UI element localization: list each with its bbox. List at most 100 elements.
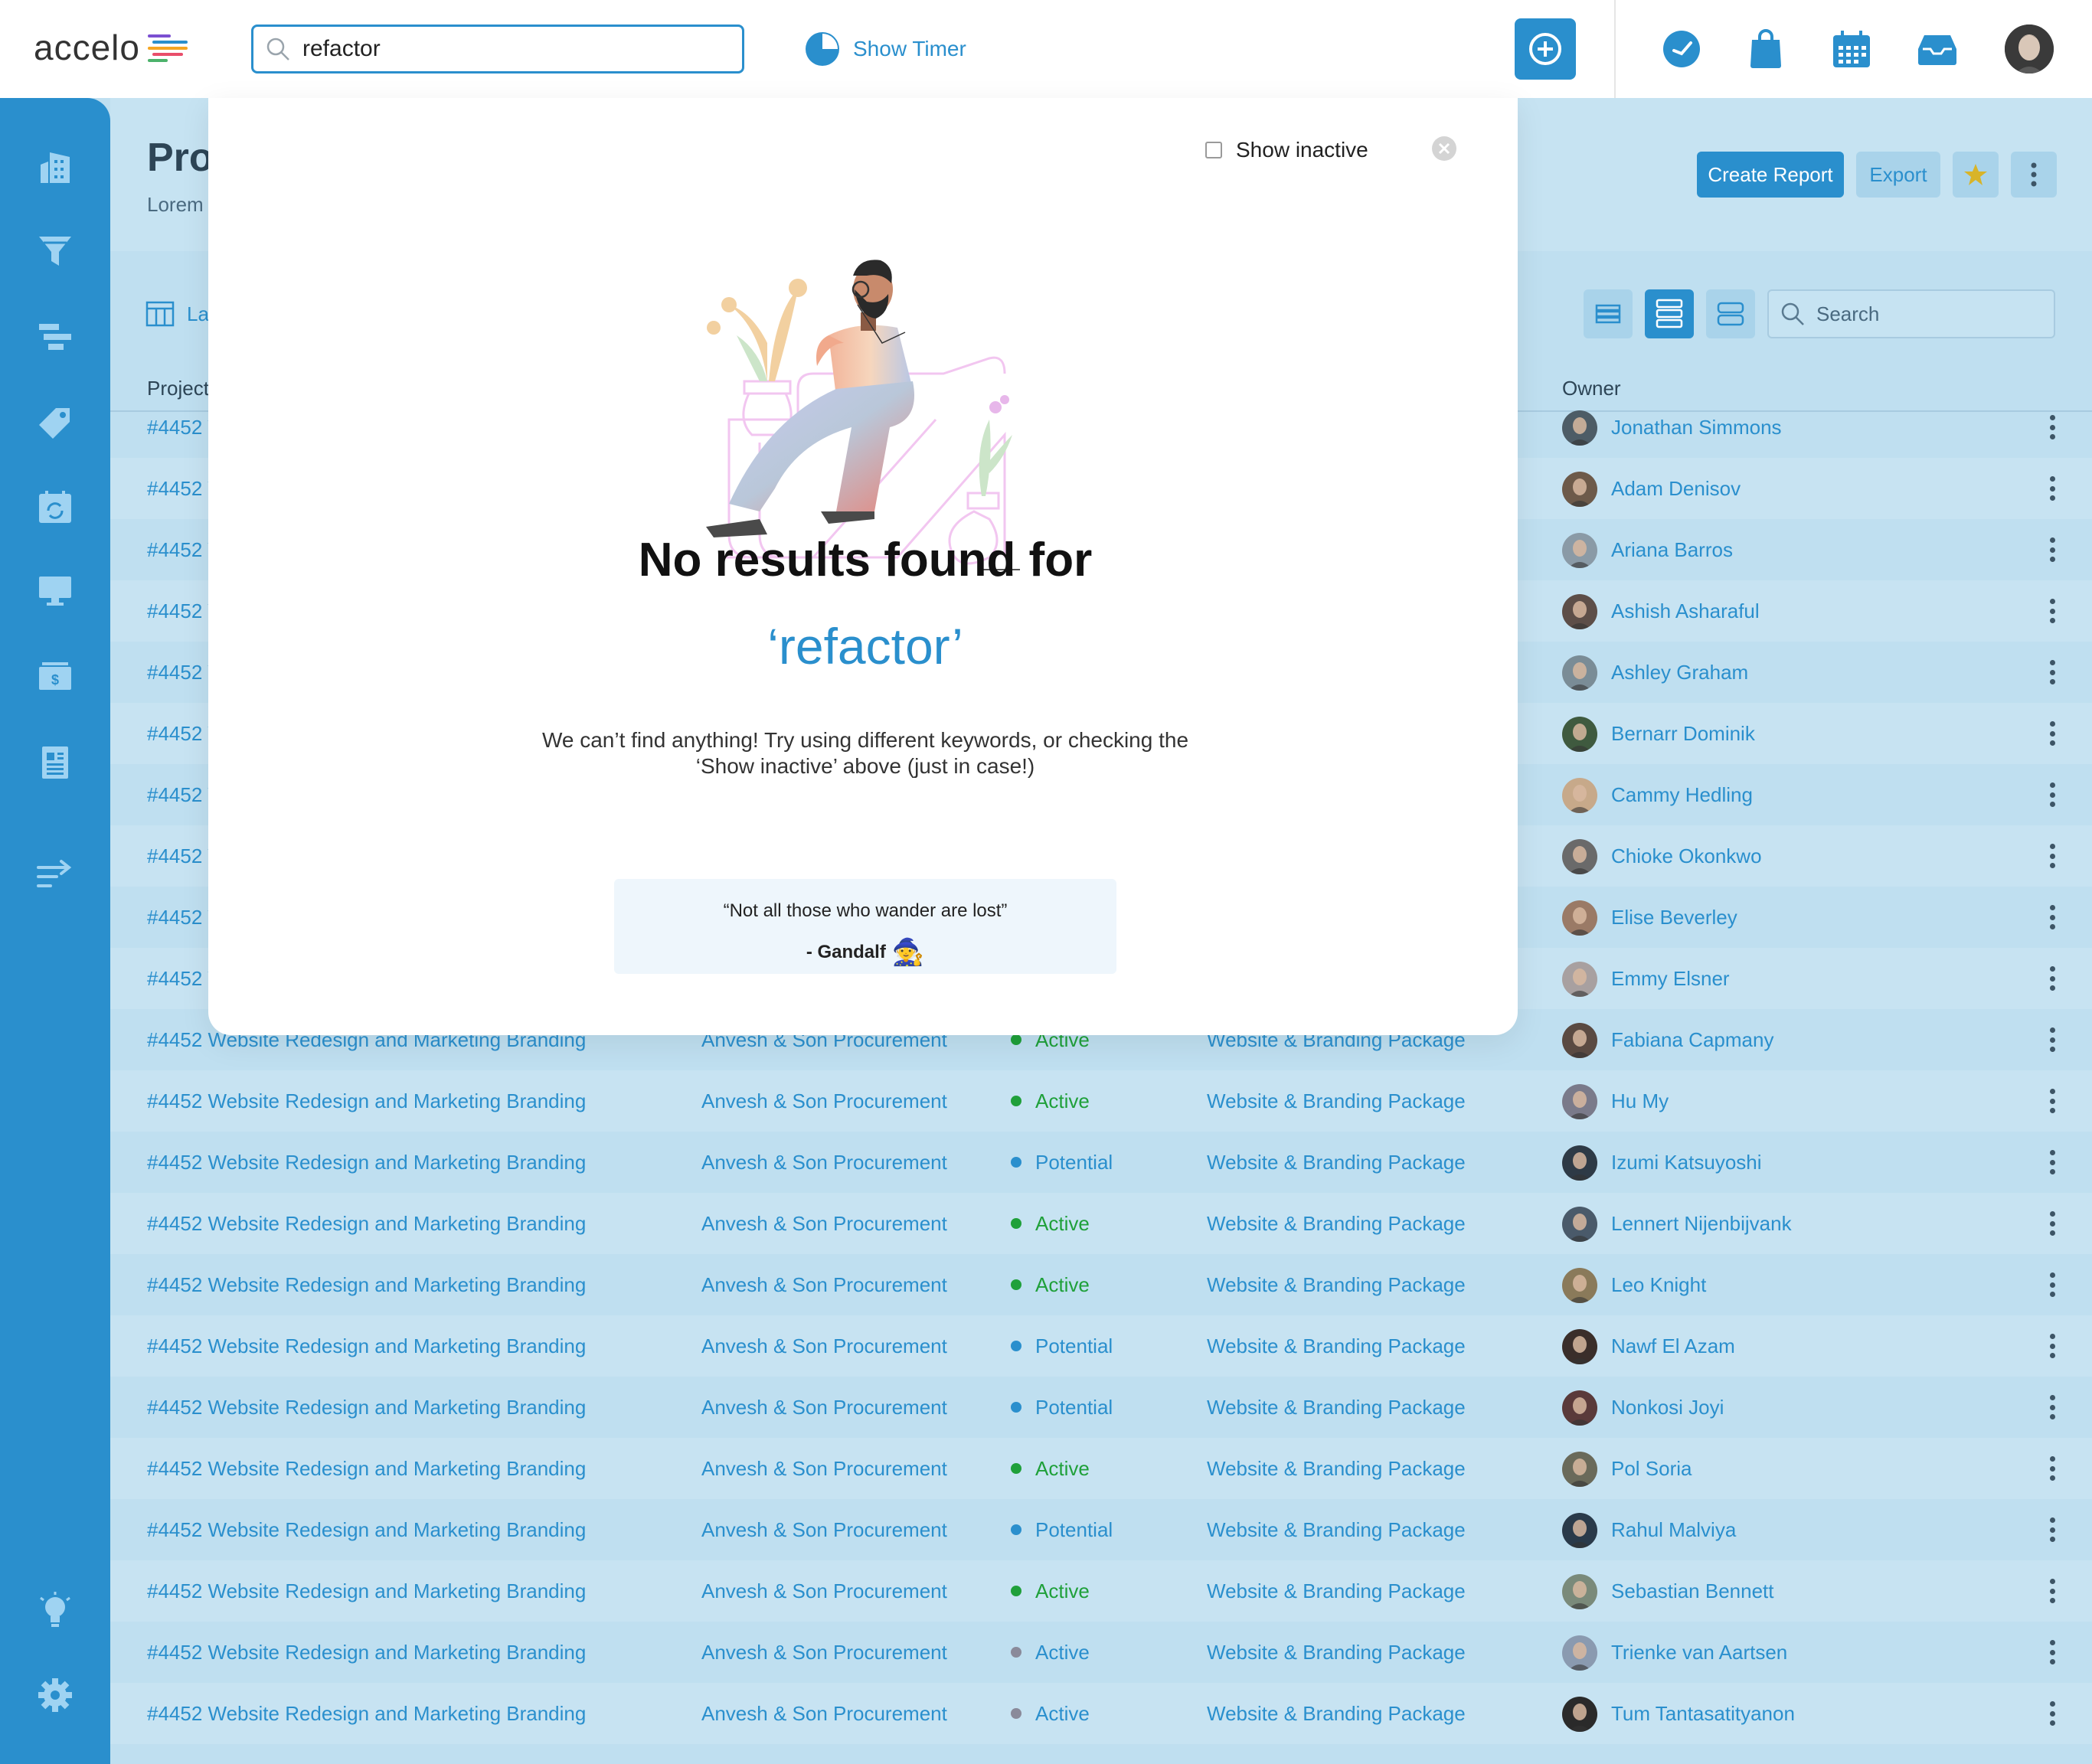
table-search-input[interactable] (1815, 301, 2029, 327)
owner-name-link[interactable]: Nonkosi Joyi (1611, 1377, 1724, 1438)
table-row[interactable]: #4452 Website Redesign and Marketing Bra… (110, 1499, 2092, 1560)
owner-name-link[interactable]: Jonathan Simmons (1611, 397, 1782, 458)
bag-button[interactable] (1741, 24, 1790, 74)
global-search-input[interactable] (302, 30, 701, 68)
project-name-link[interactable]: #4452 Website Redesign and Marketing Bra… (147, 1438, 586, 1499)
package-link[interactable]: Website & Branding Package (1207, 1560, 1466, 1622)
company-link[interactable]: Anvesh & Son Procurement (701, 1683, 947, 1744)
company-link[interactable]: Anvesh & Son Procurement (701, 1315, 947, 1377)
row-more-button[interactable] (2045, 1637, 2060, 1668)
owner-name-link[interactable]: Ashley Graham (1611, 642, 1748, 703)
density-default-button[interactable] (1645, 289, 1694, 338)
row-more-button[interactable] (2045, 1024, 2060, 1055)
company-link[interactable]: Anvesh & Son Procurement (701, 1438, 947, 1499)
density-compact-button[interactable] (1584, 289, 1633, 338)
close-button[interactable] (1430, 135, 1458, 162)
show-timer-button[interactable]: Show Timer (804, 29, 966, 69)
owner-name-link[interactable]: Tum Tantasatityanon (1611, 1683, 1795, 1744)
table-row[interactable]: #4452 Website Redesign and Marketing Bra… (110, 1132, 2092, 1193)
clock-button[interactable] (1657, 24, 1706, 74)
sidebar-item-sales[interactable] (31, 227, 80, 276)
accelo-logo[interactable]: accelo (34, 23, 191, 72)
table-row[interactable]: #4452 Website Redesign and Marketing Bra… (110, 1315, 2092, 1377)
sidebar-item-tickets[interactable] (31, 398, 80, 447)
table-row[interactable]: #4452 Website Redesign and Marketing Bra… (110, 1683, 2092, 1744)
company-link[interactable]: Anvesh & Son Procurement (701, 1132, 947, 1193)
add-button[interactable] (1515, 18, 1576, 80)
row-more-button[interactable] (2045, 1392, 2060, 1423)
company-link[interactable]: Anvesh & Son Procurement (701, 1254, 947, 1315)
row-more-button[interactable] (2045, 534, 2060, 565)
row-more-button[interactable] (2045, 902, 2060, 933)
row-more-button[interactable] (2045, 1208, 2060, 1239)
row-more-button[interactable] (2045, 657, 2060, 688)
owner-name-link[interactable]: Trienke van Aartsen (1611, 1622, 1787, 1683)
show-inactive-toggle[interactable]: Show inactive (1205, 135, 1368, 165)
project-name-link[interactable]: #4452 Website Redesign and Marketing Bra… (147, 1315, 586, 1377)
owner-name-link[interactable]: Chioke Okonkwo (1611, 825, 1762, 887)
row-more-button[interactable] (2045, 841, 2060, 871)
company-link[interactable]: Anvesh & Son Procurement (701, 1070, 947, 1132)
table-row[interactable]: #4452 Website Redesign and Marketing Bra… (110, 1438, 2092, 1499)
sidebar-item-retainers[interactable] (31, 482, 80, 531)
layout-button[interactable]: La (145, 299, 209, 329)
row-more-button[interactable] (2045, 718, 2060, 749)
company-link[interactable]: Anvesh & Son Procurement (701, 1377, 947, 1438)
table-row[interactable]: #4452 Website Redesign and Marketing Bra… (110, 1377, 2092, 1438)
table-row[interactable]: #4452 Website Redesign and Marketing Bra… (110, 1193, 2092, 1254)
density-comfortable-button[interactable] (1706, 289, 1755, 338)
row-more-button[interactable] (2045, 1514, 2060, 1545)
package-link[interactable]: Website & Branding Package (1207, 1438, 1466, 1499)
sidebar-item-settings[interactable] (31, 1671, 80, 1720)
table-row[interactable]: #4452 Website Redesign and Marketing Bra… (110, 1622, 2092, 1683)
sidebar-item-companies[interactable] (31, 142, 80, 191)
user-avatar[interactable] (2005, 24, 2054, 74)
owner-name-link[interactable]: Izumi Katsuyoshi (1611, 1132, 1762, 1193)
table-row[interactable]: #4452 Website Redesign and Marketing Bra… (110, 1254, 2092, 1315)
package-link[interactable]: Website & Branding Package (1207, 1622, 1466, 1683)
row-more-button[interactable] (2045, 963, 2060, 994)
owner-name-link[interactable]: Fabiana Capmany (1611, 1009, 1773, 1070)
company-link[interactable]: Anvesh & Son Procurement (701, 1622, 947, 1683)
owner-name-link[interactable]: Hu My (1611, 1070, 1669, 1132)
owner-name-link[interactable]: Rahul Malviya (1611, 1499, 1736, 1560)
project-name-link[interactable]: #4452 Website Redesign and Marketing Bra… (147, 1499, 586, 1560)
row-more-button[interactable] (2045, 1453, 2060, 1484)
table-row[interactable]: #4452 Website Redesign and Marketing Bra… (110, 1070, 2092, 1132)
row-more-button[interactable] (2045, 596, 2060, 626)
inbox-button[interactable] (1913, 24, 1962, 74)
owner-name-link[interactable]: Adam Denisov (1611, 458, 1741, 519)
owner-name-link[interactable]: Sebastian Bennett (1611, 1560, 1774, 1622)
calendar-button[interactable] (1827, 24, 1876, 74)
row-more-button[interactable] (2045, 1576, 2060, 1606)
company-link[interactable]: Anvesh & Son Procurement (701, 1499, 947, 1560)
row-more-button[interactable] (2045, 1269, 2060, 1300)
row-more-button[interactable] (2045, 412, 2060, 443)
owner-name-link[interactable]: Ariana Barros (1611, 519, 1733, 580)
package-link[interactable]: Website & Branding Package (1207, 1070, 1466, 1132)
global-search-field[interactable] (251, 24, 744, 74)
favorite-button[interactable] (1953, 152, 1999, 198)
sidebar-item-ideas[interactable] (31, 1586, 80, 1635)
package-link[interactable]: Website & Branding Package (1207, 1132, 1466, 1193)
table-search-field[interactable] (1767, 289, 2055, 338)
row-more-button[interactable] (2045, 1698, 2060, 1729)
project-name-link[interactable]: #4452 Website Redesign and Marketing Bra… (147, 1683, 586, 1744)
package-link[interactable]: Website & Branding Package (1207, 1254, 1466, 1315)
owner-name-link[interactable]: Emmy Elsner (1611, 948, 1730, 1009)
owner-name-link[interactable]: Nawf El Azam (1611, 1315, 1735, 1377)
table-row[interactable]: #4452 Website Redesign and Marketing Bra… (110, 1560, 2092, 1622)
project-name-link[interactable]: #4452 Website Redesign and Marketing Bra… (147, 1254, 586, 1315)
sidebar-item-transfer[interactable] (31, 850, 80, 899)
company-link[interactable]: Anvesh & Son Procurement (701, 1193, 947, 1254)
sidebar-item-projects[interactable] (31, 312, 80, 361)
row-more-button[interactable] (2045, 1086, 2060, 1116)
project-name-link[interactable]: #4452 Website Redesign and Marketing Bra… (147, 1560, 586, 1622)
owner-name-link[interactable]: Pol Soria (1611, 1438, 1692, 1499)
project-name-link[interactable]: #4452 Website Redesign and Marketing Bra… (147, 1132, 586, 1193)
row-more-button[interactable] (2045, 473, 2060, 504)
package-link[interactable]: Website & Branding Package (1207, 1683, 1466, 1744)
row-more-button[interactable] (2045, 1147, 2060, 1178)
show-inactive-checkbox[interactable] (1205, 142, 1222, 158)
company-link[interactable]: Anvesh & Son Procurement (701, 1560, 947, 1622)
